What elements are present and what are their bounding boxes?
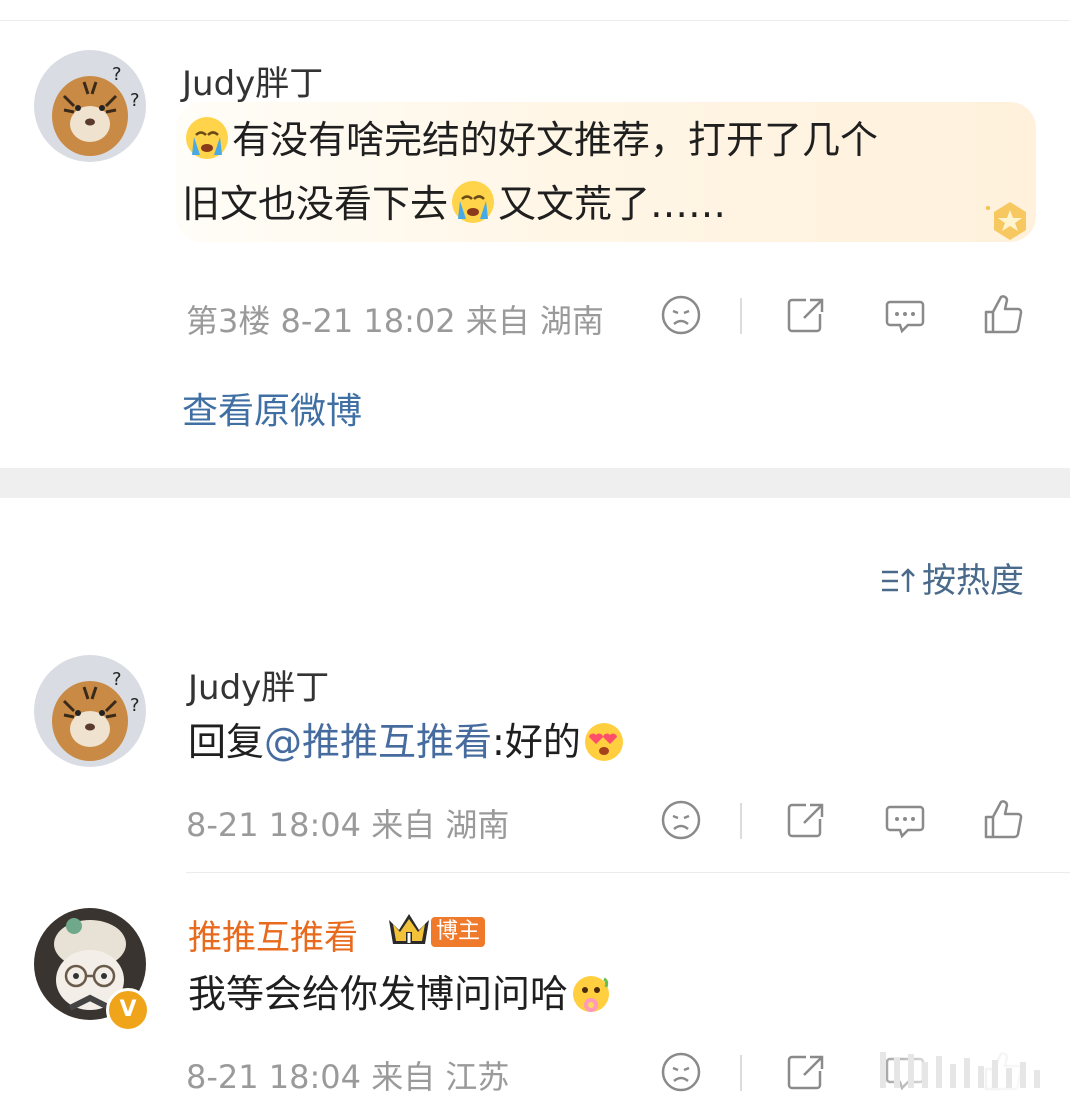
post-text-line2: 旧文也没看下去 又文荒了……	[182, 172, 726, 244]
crying-face-emoji	[450, 179, 496, 244]
comment-time: 8-21 18:04	[186, 1058, 362, 1096]
svg-text:?: ?	[112, 669, 122, 690]
sort-by-hotness-button[interactable]: 按热度	[880, 553, 1024, 605]
svg-text:?: ?	[130, 695, 140, 716]
share-icon[interactable]	[782, 292, 828, 338]
comment-body: 我等会给你发博问问哈	[188, 972, 569, 1016]
post-text-part1: 有没有啥完结的好文推荐，打开了几个	[232, 118, 879, 162]
comment-icon[interactable]	[882, 292, 928, 338]
post-time: 8-21 18:02	[280, 302, 456, 340]
svg-text:?: ?	[112, 64, 122, 85]
comment-time: 8-21 18:04	[186, 806, 362, 844]
actions-divider	[740, 298, 742, 334]
dislike-icon[interactable]	[658, 1049, 704, 1095]
comment-divider	[186, 872, 1070, 873]
svg-text:?: ?	[130, 90, 140, 111]
actions-divider	[740, 803, 742, 839]
post-text-line1: 有没有啥完结的好文推荐，打开了几个	[182, 108, 878, 180]
comment-body: :好的	[492, 720, 581, 764]
sort-label: 按热度	[922, 561, 1024, 601]
comment-author-name[interactable]: Judy胖丁	[188, 660, 329, 709]
post-author-name[interactable]: Judy胖丁	[182, 56, 323, 105]
dislike-icon[interactable]	[658, 797, 704, 843]
comment-author-name[interactable]: 推推互推看	[188, 910, 358, 959]
dislike-icon[interactable]	[658, 292, 704, 338]
section-separator	[0, 468, 1070, 498]
watermark-stripes	[880, 1052, 1060, 1092]
premium-badge-icon	[982, 198, 1038, 248]
comment-source: 来自 江苏	[371, 1058, 510, 1096]
post-text-part2: 旧文也没看下去	[182, 182, 449, 226]
blogger-badge: 博主	[431, 917, 485, 947]
actions-divider	[740, 1055, 742, 1091]
mention-link[interactable]: @推推互推看	[264, 720, 492, 764]
comment-meta: 8-21 18:04 来自 湖南	[186, 800, 509, 846]
avatar[interactable]: ? ?	[34, 655, 146, 767]
post-text-part3: 又文荒了……	[498, 182, 727, 226]
comment-meta: 8-21 18:04 来自 江苏	[186, 1052, 509, 1098]
sort-icon	[880, 565, 916, 605]
post-meta: 第3楼 8-21 18:02 来自 湖南	[186, 296, 604, 342]
comment-source: 来自 湖南	[371, 806, 510, 844]
crown-icon	[385, 910, 433, 954]
top-divider	[0, 20, 1070, 21]
share-icon[interactable]	[782, 1049, 828, 1095]
post-source: 来自 湖南	[465, 302, 604, 340]
crying-face-emoji	[184, 115, 230, 180]
heart-eyes-emoji	[583, 718, 625, 782]
like-icon[interactable]	[980, 292, 1026, 338]
share-icon[interactable]	[782, 797, 828, 843]
verified-badge: V	[106, 988, 150, 1032]
avatar[interactable]: ? ?	[34, 50, 146, 162]
flower-emoji	[570, 970, 612, 1034]
view-original-post-link[interactable]: 查看原微博	[182, 382, 362, 434]
comment-text: 回复@推推互推看:好的	[188, 710, 627, 782]
like-icon[interactable]	[980, 797, 1026, 843]
comment-text: 我等会给你发博问问哈	[188, 962, 614, 1034]
comment-icon[interactable]	[882, 797, 928, 843]
floor-label: 第3楼	[186, 302, 271, 340]
reply-prefix: 回复	[188, 720, 265, 764]
